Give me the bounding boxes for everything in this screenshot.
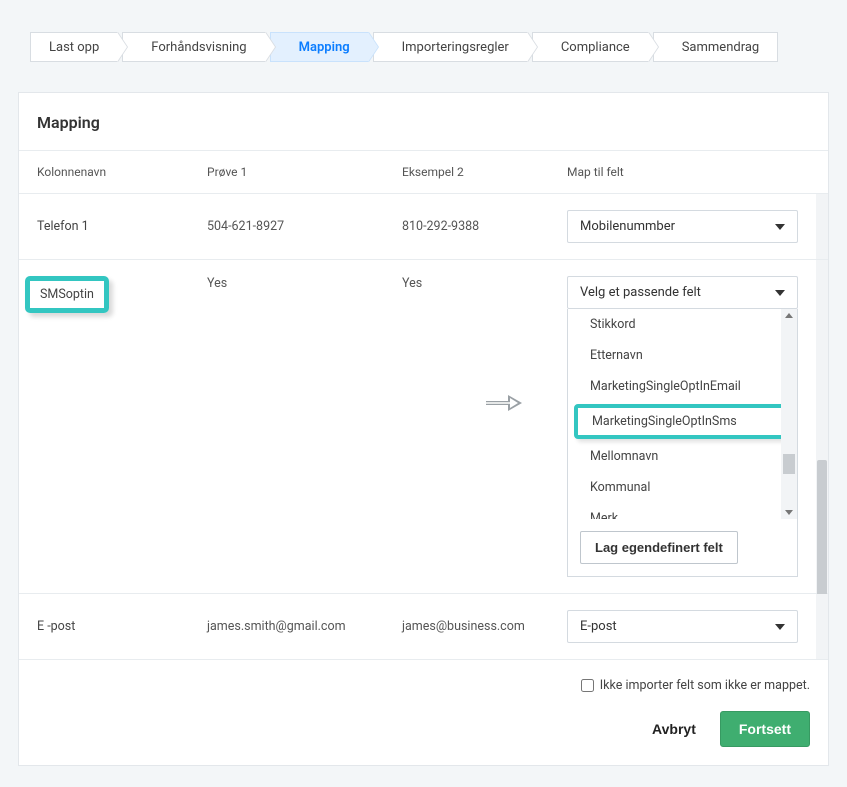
skip-unmapped-checkbox[interactable] [581, 679, 594, 692]
dropdown-option[interactable]: MarketingSingleOptInEmail [568, 371, 797, 402]
step-import-rules[interactable]: Importeringsregler [373, 32, 528, 62]
sample1-value: james.smith@gmail.com [207, 619, 402, 634]
dropdown-option-highlighted[interactable]: MarketingSingleOptInSms [574, 404, 791, 439]
mapto-dropdown-open: Velg et passende felt Stikkord Etternavn… [567, 276, 798, 577]
chevron-down-icon [775, 224, 785, 230]
cancel-button[interactable]: Avbryt [640, 713, 708, 745]
scroll-thumb[interactable] [783, 454, 795, 474]
scroll-up-icon[interactable] [785, 313, 793, 318]
mapping-row: E -post james.smith@gmail.com james@busi… [19, 594, 828, 660]
dropdown-option[interactable]: Kommunal [568, 472, 797, 503]
col-header-name: Kolonnenavn [37, 165, 207, 179]
dropdown-selected: Mobilenummber [580, 219, 675, 234]
mapto-dropdown[interactable]: Velg et passende felt [567, 276, 798, 309]
mapping-header-row: Kolonnenavn Prøve 1 Eksempel 2 Map til f… [19, 151, 828, 194]
column-name: E -post [37, 619, 207, 634]
scrollbar[interactable] [816, 594, 828, 659]
arrow-annotation-icon [484, 392, 526, 414]
mapto-dropdown[interactable]: E-post [567, 610, 798, 643]
wizard-stepper: Last opp Forhåndsvisning Mapping Importe… [0, 0, 847, 62]
skip-unmapped-checkbox-row[interactable]: Ikke importer felt som ikke er mappet. [581, 678, 810, 693]
step-compliance[interactable]: Compliance [532, 32, 649, 62]
mapping-row: SMSoptin Yes Yes Velg et passende felt S… [19, 260, 828, 594]
step-upload[interactable]: Last opp [30, 32, 118, 62]
col-header-sample1: Prøve 1 [207, 165, 402, 179]
create-custom-field-button[interactable]: Lag egendefinert felt [580, 531, 738, 564]
sample1-value: Yes [207, 276, 402, 291]
column-name: SMSoptin [37, 276, 207, 313]
step-preview[interactable]: Forhåndsvisning [122, 32, 265, 62]
step-mapping[interactable]: Mapping [270, 32, 369, 62]
panel-title: Mapping [19, 93, 828, 151]
panel-footer: Ikke importer felt som ikke er mappet. A… [19, 660, 828, 765]
sample2-value: Yes [402, 276, 567, 291]
dropdown-scrollbar[interactable] [781, 309, 797, 519]
chevron-down-icon [775, 624, 785, 630]
mapping-row: Telefon 1 504-621-8927 810-292-9388 Mobi… [19, 194, 828, 260]
dropdown-option[interactable]: Mellomnavn [568, 441, 797, 472]
dropdown-option[interactable]: Etternavn [568, 340, 797, 371]
dropdown-option[interactable]: Stikkord [568, 309, 797, 340]
step-summary[interactable]: Sammendrag [653, 32, 779, 62]
chevron-down-icon [775, 290, 785, 296]
sample2-value: 810-292-9388 [402, 219, 567, 234]
sample1-value: 504-621-8927 [207, 219, 402, 234]
dropdown-list: Stikkord Etternavn MarketingSingleOptInE… [567, 309, 798, 577]
checkbox-label: Ikke importer felt som ikke er mappet. [600, 678, 810, 693]
mapping-panel: Mapping Kolonnenavn Prøve 1 Eksempel 2 M… [18, 92, 829, 766]
column-name: Telefon 1 [37, 219, 207, 234]
dropdown-selected: Velg et passende felt [580, 285, 701, 300]
highlight-annotation: SMSoptin [25, 276, 109, 313]
col-header-mapto: Map til felt [567, 165, 816, 179]
dropdown-selected: E-post [580, 619, 617, 634]
dropdown-option[interactable]: Merk [568, 503, 797, 519]
scrollbar[interactable] [816, 194, 828, 259]
sample2-value: james@business.com [402, 619, 567, 634]
scroll-down-icon[interactable] [785, 510, 793, 515]
continue-button[interactable]: Fortsett [720, 711, 810, 747]
scrollbar[interactable] [816, 260, 828, 593]
col-header-sample2: Eksempel 2 [402, 165, 567, 179]
mapto-dropdown[interactable]: Mobilenummber [567, 210, 798, 243]
